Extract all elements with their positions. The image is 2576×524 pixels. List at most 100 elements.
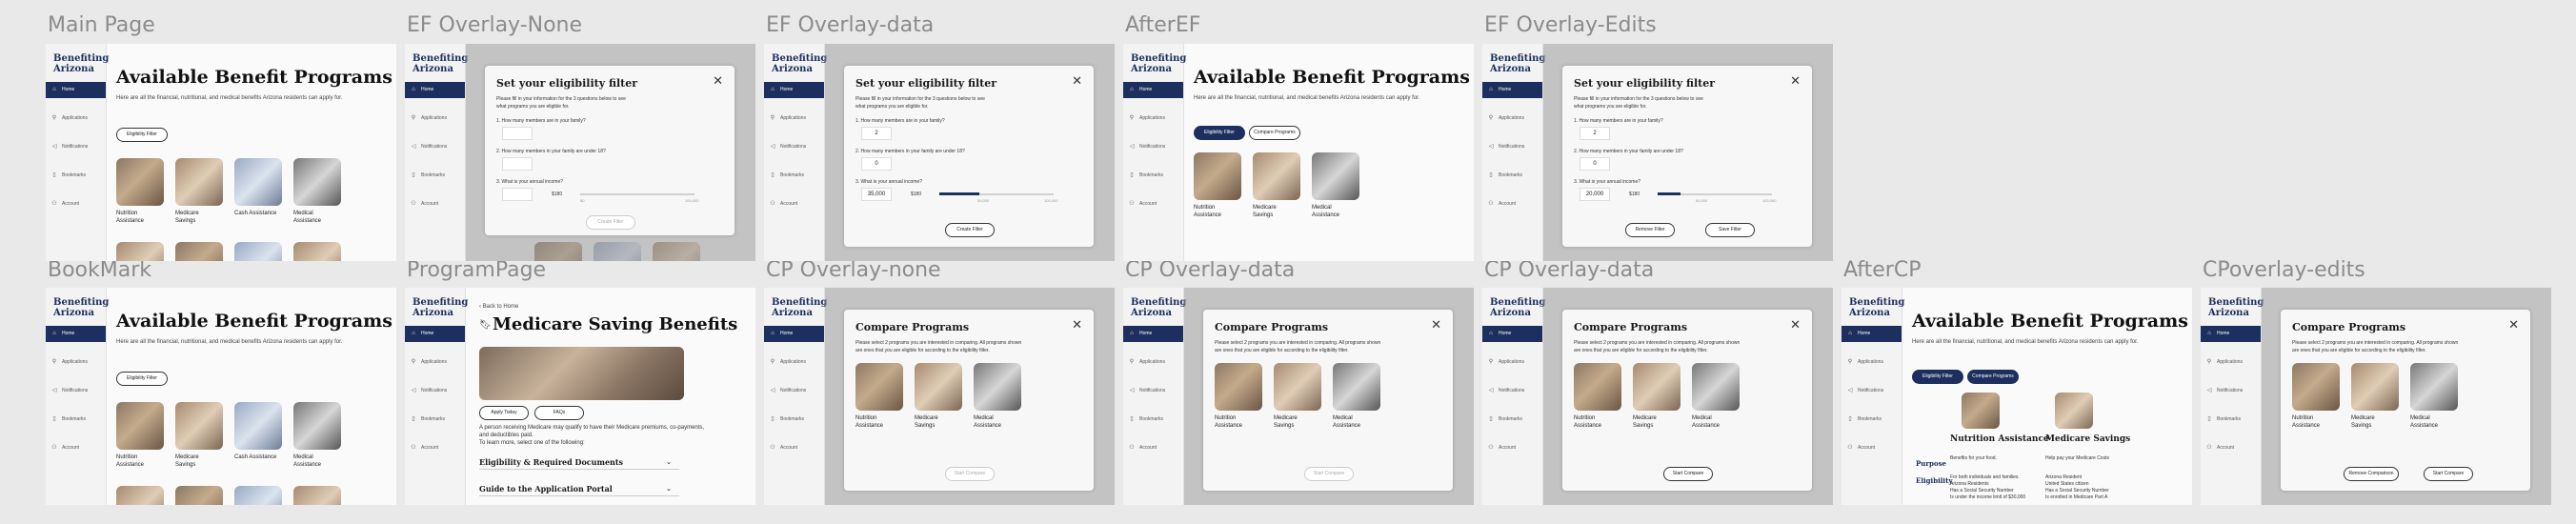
program-card-nutrition[interactable]: Nutrition Assistance <box>116 402 164 469</box>
nav-applications[interactable]: ⚲ Applications <box>1482 354 1542 371</box>
nav-account[interactable]: ⚇ Account <box>1482 196 1542 212</box>
nav-home[interactable]: ⌂ Home <box>1482 326 1542 342</box>
close-icon[interactable]: ✕ <box>1072 317 1082 333</box>
nav-home[interactable]: ⌂ Home <box>2201 326 2261 342</box>
nav-notifications[interactable]: ◁ Notifications <box>1841 383 1902 399</box>
close-icon[interactable]: ✕ <box>2508 317 2519 333</box>
program-card-row2[interactable] <box>175 242 223 261</box>
nav-notifications[interactable]: ◁ Notifications <box>764 383 824 399</box>
nav-account[interactable]: ⚇ Account <box>1841 440 1902 456</box>
nav-account[interactable]: ⚇ Account <box>405 440 465 456</box>
remove-filter-button[interactable]: Remove Filter <box>1625 223 1675 237</box>
nav-applications[interactable]: ⚲ Applications <box>46 111 106 127</box>
nav-applications[interactable]: ⚲ Applications <box>1841 354 1902 371</box>
nav-applications[interactable]: ⚲ Applications <box>405 354 465 371</box>
close-icon[interactable]: ✕ <box>1790 73 1801 89</box>
income-input[interactable]: 35,000 <box>861 188 892 201</box>
program-card-nutrition[interactable]: Nutrition Assistance <box>116 158 164 225</box>
nav-account[interactable]: ⚇ Account <box>1123 440 1183 456</box>
eligibility-filter-button[interactable]: Eligibility Filter <box>116 372 168 386</box>
nav-notifications[interactable]: ◁ Notifications <box>1482 383 1542 399</box>
income-input[interactable] <box>502 188 533 201</box>
program-card-row2[interactable] <box>293 486 341 505</box>
nav-applications[interactable]: ⚲ Applications <box>2201 354 2261 371</box>
program-card-row2[interactable] <box>234 242 282 261</box>
compare-programs-button[interactable]: Compare Programs <box>1967 370 2019 384</box>
program-card-medicare[interactable]: Medicare Savings <box>1253 152 1300 219</box>
nav-applications[interactable]: ⚲ Applications <box>46 354 106 371</box>
nav-home[interactable]: ⌂ Home <box>1841 326 1902 342</box>
compare-option-nutrition[interactable]: Nutrition Assistance <box>855 363 903 430</box>
nav-applications[interactable]: ⚲ Applications <box>1482 111 1542 127</box>
nav-notifications[interactable]: ◁ Notifications <box>2201 383 2261 399</box>
faqs-button[interactable]: FAQs <box>534 406 584 420</box>
under18-input[interactable]: 0 <box>1580 157 1610 171</box>
compare-option-medical[interactable]: Medical Assistance <box>2410 363 2458 430</box>
program-card-medical[interactable]: Medical Assistance <box>293 402 341 469</box>
nav-account[interactable]: ⚇ Account <box>764 196 824 212</box>
accordion-guide[interactable]: Guide to the Application Portal ⌄ <box>479 482 679 496</box>
nav-home[interactable]: ⌂ Home <box>1123 326 1183 342</box>
members-input[interactable] <box>502 127 533 140</box>
eligibility-filter-button[interactable]: Eligibility Filter <box>1912 370 1963 384</box>
nav-notifications[interactable]: ◁ Notifications <box>405 139 465 155</box>
compare-option-medicare[interactable]: Medicare Savings <box>2351 363 2399 430</box>
nav-notifications[interactable]: ◁ Notifications <box>1123 139 1183 155</box>
program-card-row2[interactable] <box>116 486 164 505</box>
nav-notifications[interactable]: ◁ Notifications <box>46 139 106 155</box>
compare-option-medical[interactable]: Medical Assistance <box>1692 363 1740 430</box>
program-card-cash[interactable]: Cash Assistance <box>234 402 282 461</box>
program-card-row2[interactable] <box>175 486 223 505</box>
close-icon[interactable]: ✕ <box>1431 317 1441 333</box>
program-card-row2[interactable] <box>293 242 341 261</box>
close-icon[interactable]: ✕ <box>1072 73 1082 89</box>
income-input[interactable]: 20,000 <box>1580 188 1610 201</box>
nav-applications[interactable]: ⚲ Applications <box>1123 111 1183 127</box>
nav-applications[interactable]: ⚲ Applications <box>764 111 824 127</box>
nav-bookmarks[interactable]: ▯ Bookmarks <box>2201 412 2261 428</box>
under18-input[interactable]: 0 <box>861 157 892 171</box>
compare-option-nutrition[interactable]: Nutrition Assistance <box>1215 363 1262 430</box>
compare-option-medicare[interactable]: Medicare Savings <box>1274 363 1321 430</box>
program-card-row2[interactable] <box>116 242 164 261</box>
nav-account[interactable]: ⚇ Account <box>764 440 824 456</box>
nav-bookmarks[interactable]: ▯ Bookmarks <box>1482 168 1542 184</box>
program-card-medicare[interactable]: Medicare Savings <box>175 158 223 225</box>
nav-account[interactable]: ⚇ Account <box>405 196 465 212</box>
close-icon[interactable]: ✕ <box>713 73 723 89</box>
nav-account[interactable]: ⚇ Account <box>1123 196 1183 212</box>
nav-home[interactable]: ⌂ Home <box>46 326 106 342</box>
nav-account[interactable]: ⚇ Account <box>46 440 106 456</box>
nav-notifications[interactable]: ◁ Notifications <box>1482 139 1542 155</box>
start-compare-button[interactable]: Start Compare <box>1663 467 1713 481</box>
eligibility-filter-button[interactable]: Eligibility Filter <box>1194 126 1245 140</box>
nav-notifications[interactable]: ◁ Notifications <box>1123 383 1183 399</box>
nav-notifications[interactable]: ◁ Notifications <box>46 383 106 399</box>
create-filter-button[interactable]: Create Filter <box>945 223 995 237</box>
nav-bookmarks[interactable]: ▯ Bookmarks <box>405 412 465 428</box>
save-filter-button[interactable]: Save Filter <box>1705 223 1755 237</box>
nav-bookmarks[interactable]: ▯ Bookmarks <box>1123 168 1183 184</box>
nav-bookmarks[interactable]: ▯ Bookmarks <box>46 412 106 428</box>
eligibility-filter-button[interactable]: Eligibility Filter <box>116 128 168 142</box>
nav-bookmarks[interactable]: ▯ Bookmarks <box>1123 412 1183 428</box>
start-compare-button[interactable]: Start Compare <box>2424 467 2473 481</box>
compare-option-medical[interactable]: Medical Assistance <box>974 363 1021 430</box>
compare-programs-button[interactable]: Compare Programs <box>1249 126 1300 140</box>
program-card-row2[interactable] <box>234 486 282 505</box>
program-card-medical[interactable]: Medical Assistance <box>1312 152 1359 219</box>
nav-applications[interactable]: ⚲ Applications <box>764 354 824 371</box>
income-slider[interactable] <box>580 193 694 195</box>
accordion-eligibility[interactable]: Eligibility & Required Documents ⌄ <box>479 455 679 470</box>
close-icon[interactable]: ✕ <box>1790 317 1801 333</box>
compare-option-nutrition[interactable]: Nutrition Assistance <box>1574 363 1621 430</box>
program-card-medical[interactable]: Medical Assistance <box>293 158 341 225</box>
nav-applications[interactable]: ⚲ Applications <box>405 111 465 127</box>
nav-bookmarks[interactable]: ▯ Bookmarks <box>764 168 824 184</box>
program-card-cash[interactable]: Cash Assistance <box>234 158 282 217</box>
members-input[interactable]: 2 <box>1580 127 1610 140</box>
bookmark-icon[interactable]: 🔖︎ <box>479 320 492 331</box>
nav-notifications[interactable]: ◁ Notifications <box>764 139 824 155</box>
remove-comparison-button[interactable]: Remove Comparison <box>2344 467 2399 481</box>
nav-home[interactable]: ⌂ Home <box>405 82 465 98</box>
